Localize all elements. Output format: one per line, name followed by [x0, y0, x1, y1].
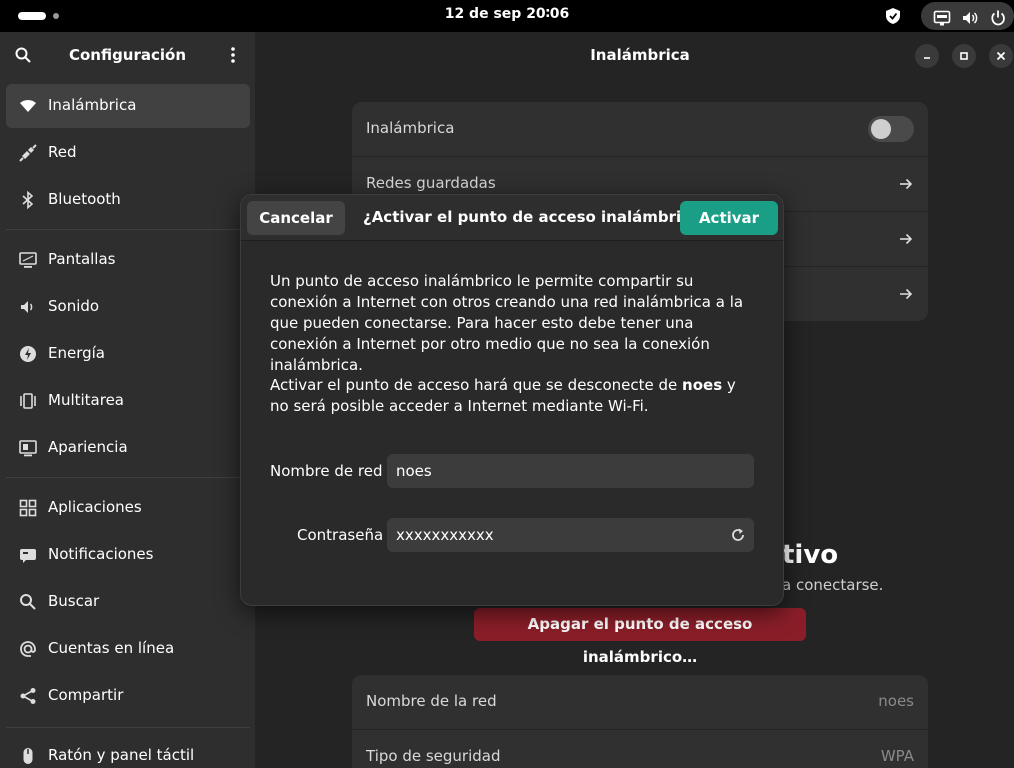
sidebar-item-raton-y-panel-tactil[interactable]: Ratón y panel táctil: [6, 734, 250, 768]
sidebar-item-pantallas[interactable]: Pantallas: [6, 238, 250, 282]
sidebar-item-apariencia[interactable]: Apariencia: [6, 426, 250, 470]
info-row-label: Nombre de la red: [366, 692, 497, 710]
sidebar-item-label: Sonido: [48, 297, 100, 315]
sidebar-item-label: Buscar: [48, 592, 100, 610]
power-icon: [991, 10, 1005, 26]
sidebar-item-sonido[interactable]: Sonido: [6, 285, 250, 329]
dialog-title: ¿Activar el punto de acceso inalámbrico?: [363, 208, 710, 226]
online-accounts-icon: [20, 641, 36, 657]
apps-icon: [19, 499, 37, 517]
close-button[interactable]: [989, 44, 1013, 68]
info-row-value: noes: [878, 692, 914, 710]
wifi-icon: [20, 100, 36, 112]
display-icon: [19, 252, 37, 268]
dialog-warning: Activar el punto de acceso hará que se d…: [270, 375, 756, 417]
activate-button[interactable]: Activar: [680, 201, 778, 235]
password-label: Contraseña: [297, 526, 384, 544]
saved-networks-label: Redes guardadas: [366, 174, 496, 192]
sound-icon: [21, 301, 33, 313]
sidebar-item-energia[interactable]: Energía: [6, 332, 250, 376]
dialog-header: Cancelar ¿Activar el punto de acceso ina…: [241, 195, 783, 241]
hotspot-info-card: Nombre de la red noes Tipo de seguridad …: [352, 675, 928, 768]
sidebar-item-compartir[interactable]: Compartir: [6, 674, 250, 718]
warning-network-name: noes: [682, 376, 723, 394]
arrow-right-icon: [900, 178, 913, 190]
search-icon: [20, 594, 36, 610]
turn-off-hotspot-button[interactable]: Apagar el punto de acceso inalámbrico…: [474, 608, 806, 666]
network-name-row: Nombre de la red noes: [352, 675, 928, 730]
sidebar: Configuración Inalámbrica Red Bluetooth …: [0, 32, 255, 768]
password-field[interactable]: [387, 518, 754, 552]
sidebar-separator: [6, 477, 250, 478]
page-title: Inalámbrica: [590, 46, 690, 64]
sidebar-header: Configuración: [0, 32, 255, 78]
sidebar-item-buscar[interactable]: Buscar: [6, 580, 250, 624]
security-type-row: Tipo de seguridad WPA: [352, 730, 928, 768]
notifications-icon: [20, 549, 36, 563]
multitask-icon: [20, 393, 36, 409]
clock[interactable]: 12 de sep 20∶06: [0, 6, 1014, 22]
network-name-input[interactable]: [387, 454, 754, 488]
sidebar-item-bluetooth[interactable]: Bluetooth: [6, 178, 250, 222]
arrow-right-icon: [900, 288, 913, 300]
hotspot-status-heading: tivo: [782, 540, 839, 570]
hotspot-status-subtitle: a conectarse.: [782, 576, 884, 594]
warning-text: Activar el punto de acceso hará que se d…: [270, 376, 683, 394]
sidebar-item-aplicaciones[interactable]: Aplicaciones: [6, 486, 250, 530]
shield-icon[interactable]: [884, 7, 902, 25]
info-row-value: WPA: [880, 747, 914, 765]
info-row-label: Tipo de seguridad: [366, 747, 501, 765]
bluetooth-icon: [22, 190, 34, 210]
minimize-icon: [924, 57, 930, 59]
sidebar-item-label: Red: [48, 143, 77, 161]
system-status-menu[interactable]: [921, 2, 1014, 30]
sidebar-item-label: Bluetooth: [48, 190, 121, 208]
power-icon: [20, 346, 36, 362]
main-menu-icon[interactable]: [224, 46, 242, 64]
appearance-icon: [19, 440, 37, 457]
network-name-field[interactable]: [387, 454, 754, 488]
sidebar-separator: [6, 229, 250, 230]
wifi-row-label: Inalámbrica: [366, 119, 455, 137]
toggle-knob: [871, 119, 891, 139]
clock-time: 20∶06: [526, 6, 570, 22]
wifi-toggle-row[interactable]: Inalámbrica: [352, 102, 928, 157]
dialog-description: Un punto de acceso inalámbrico le permit…: [270, 272, 744, 374]
sidebar-title: Configuración: [68, 46, 187, 64]
maximize-icon: [960, 52, 968, 60]
sidebar-item-multitarea[interactable]: Multitarea: [6, 379, 250, 423]
sidebar-item-label: Pantallas: [48, 250, 116, 268]
hotspot-dialog: Cancelar ¿Activar el punto de acceso ina…: [240, 194, 784, 606]
network-name-label: Nombre de red: [270, 462, 383, 480]
network-wired-icon: [933, 10, 951, 26]
sidebar-item-label: Energía: [48, 344, 105, 362]
top-bar: 12 de sep 20∶06: [0, 0, 1014, 32]
volume-icon: [963, 12, 978, 24]
wifi-toggle[interactable]: [868, 116, 914, 142]
refresh-icon[interactable]: [730, 527, 746, 543]
close-icon: [996, 51, 1006, 61]
sidebar-item-label: Notificaciones: [48, 545, 154, 563]
sidebar-item-label: Aplicaciones: [48, 498, 142, 516]
sidebar-item-label: Cuentas en línea: [48, 639, 175, 657]
minimize-button[interactable]: [915, 44, 939, 68]
sidebar-item-label: Compartir: [48, 686, 124, 704]
sidebar-item-inalambrica[interactable]: Inalámbrica: [6, 84, 250, 128]
clock-date: 12 de sep: [444, 6, 522, 22]
sidebar-item-label: Apariencia: [48, 438, 128, 456]
sidebar-item-label: Inalámbrica: [48, 96, 137, 114]
maximize-button[interactable]: [952, 44, 976, 68]
sidebar-item-red[interactable]: Red: [6, 131, 250, 175]
sidebar-item-label: Ratón y panel táctil: [48, 746, 195, 764]
sidebar-item-cuentas-en-linea[interactable]: Cuentas en línea: [6, 627, 250, 671]
mouse-icon: [23, 748, 33, 764]
cancel-button[interactable]: Cancelar: [247, 201, 345, 235]
sidebar-separator: [6, 727, 250, 728]
sidebar-item-notificaciones[interactable]: Notificaciones: [6, 533, 250, 577]
password-input[interactable]: [387, 518, 754, 552]
arrow-right-icon: [900, 233, 913, 245]
network-icon: [19, 144, 37, 162]
share-icon: [20, 688, 36, 704]
sidebar-item-label: Multitarea: [48, 391, 124, 409]
